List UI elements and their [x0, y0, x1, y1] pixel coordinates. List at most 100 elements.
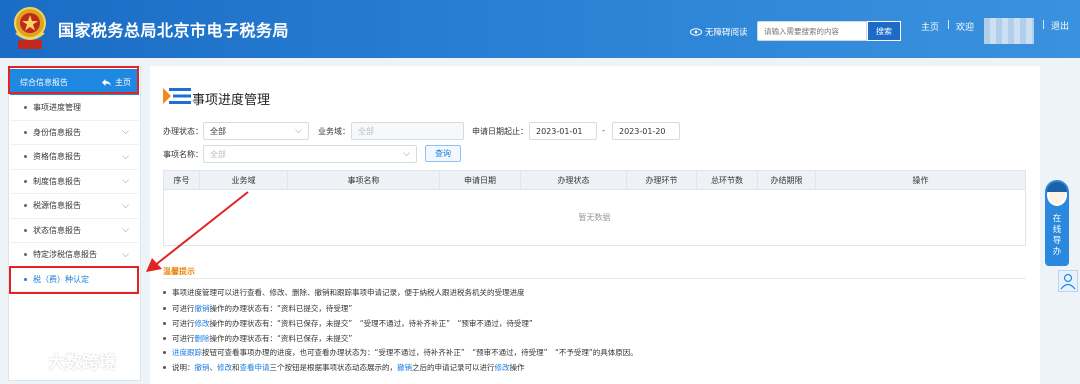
query-button[interactable]: 查询	[425, 145, 461, 162]
column-header: 事项名称	[288, 171, 440, 189]
sidebar-item-qualification[interactable]: 资格信息报告 ⌵	[10, 145, 139, 170]
date-from-input[interactable]: 2023-01-01	[529, 122, 597, 140]
tip-line: 可进行修改操作的办理状态有：“资料已保存，未提交” “受理不通过，待补齐补正” …	[163, 318, 533, 329]
tip-segment: 操作的办理状态有：“资料已保存，未提交”	[209, 334, 353, 343]
sidebar-item-tax-source[interactable]: 税源信息报告 ⌵	[10, 194, 139, 219]
watermark: 大数跨境	[8, 348, 116, 373]
accessibility-link[interactable]: 无障碍阅读	[690, 26, 748, 38]
tip-link[interactable]: 进度跟踪	[172, 348, 202, 357]
tip-link[interactable]: 查看申请	[240, 363, 270, 372]
annotation-highlight-box	[9, 266, 139, 294]
tip-line: 进度跟踪按钮可查看事项办理的进度，也可查看办理状态为：“受理不通过，待补齐补正”…	[163, 347, 638, 358]
chevron-down-icon: ⌵	[122, 176, 129, 187]
page-title-icon	[163, 88, 191, 104]
tip-link[interactable]: 修改	[217, 363, 232, 372]
tip-link[interactable]: 撤销	[397, 363, 412, 372]
date-range-dash: -	[602, 126, 605, 135]
bullet-icon	[24, 155, 27, 159]
online-guide-char: 线	[1052, 225, 1062, 235]
tip-link[interactable]: 修改	[495, 363, 510, 372]
bullet-icon	[24, 179, 27, 183]
sidebar-item-identity[interactable]: 身份信息报告 ⌵	[10, 121, 139, 145]
date-range-label: 申请日期起止：	[472, 127, 528, 136]
domain-select-value: 全部	[358, 126, 374, 136]
sidebar-item-label: 制度信息报告	[33, 176, 81, 186]
online-guide-label: 在线导办	[1053, 214, 1062, 258]
sidebar-item-status[interactable]: 状态信息报告 ⌵	[10, 219, 139, 243]
bullet-icon	[24, 204, 27, 208]
header-home-link[interactable]: 主页	[921, 20, 939, 33]
status-select-value: 全部	[210, 126, 226, 136]
column-header: 申请日期	[440, 171, 521, 189]
tax-emblem-icon	[14, 7, 46, 49]
tip-line: 事项进度管理可以进行查看、修改、删除、撤销和跟踪事项申请记录，便于纳税人跟进税务…	[163, 287, 525, 298]
tip-line: 可进行删除操作的办理状态有：“资料已保存，未提交”	[163, 333, 352, 344]
bullet-icon	[24, 130, 27, 134]
bullet-icon	[163, 291, 166, 294]
column-header: 办理环节	[627, 171, 697, 189]
tip-link[interactable]: 撤销	[195, 363, 210, 372]
tip-line: 说明：撤销、修改和查看申请三个按钮是根据事项状态动态展示的，撤销之后的申请记录可…	[163, 362, 525, 373]
logout-link[interactable]: 退出	[1051, 20, 1069, 34]
bullet-icon	[24, 106, 27, 110]
watermark-logo-icon	[9, 351, 41, 370]
chevron-down-icon: ⌵	[122, 225, 129, 236]
domain-select[interactable]: 全部	[351, 122, 464, 140]
chevron-down-icon: ⌵	[295, 126, 302, 136]
tip-link[interactable]: 修改	[195, 319, 210, 328]
bullet-icon	[163, 366, 166, 369]
item-name-select[interactable]: 全部 ⌵	[203, 145, 417, 163]
sidebar: 综合信息报告 主页 事项进度管理 身份信息报告 ⌵ 资格信息报告 ⌵ 制度信息报…	[8, 66, 141, 381]
accessibility-label: 无障碍阅读	[705, 28, 748, 38]
tip-segment: 三个按钮是根据事项状态动态展示的，	[269, 363, 398, 372]
tip-segment: 可进行	[172, 334, 195, 343]
date-to-input[interactable]: 2023-01-20	[612, 122, 680, 140]
user-service-icon[interactable]	[1058, 270, 1078, 292]
tip-segment: 和	[232, 363, 240, 372]
tip-text: 说明：撤销、修改和查看申请三个按钮是根据事项状态动态展示的，撤销之后的申请记录可…	[172, 362, 525, 373]
tip-line: 可进行撤销操作的办理状态有：“资料已提交，待受理”	[163, 303, 352, 314]
person-icon	[1060, 273, 1076, 290]
tip-text: 进度跟踪按钮可查看事项办理的进度，也可查看办理状态为：“受理不通过，待补齐补正”…	[172, 347, 638, 358]
site-title: 国家税务总局北京市电子税务局	[58, 21, 290, 40]
sidebar-item-progress[interactable]: 事项进度管理	[10, 96, 139, 121]
search-input[interactable]	[757, 21, 867, 41]
table-header: 序号 业务域 事项名称 申请日期 办理状态 办理环节 总环节数 办结期限 操作	[163, 170, 1026, 190]
site-header: 国家税务总局北京市电子税务局 无障碍阅读 搜索 主页 | 欢迎 | 退出	[0, 0, 1080, 58]
bullet-icon	[24, 228, 27, 232]
status-filter-label: 办理状态：	[163, 127, 203, 136]
status-select[interactable]: 全部 ⌵	[203, 122, 309, 140]
tip-segment: 之后的申请记录可以进行	[412, 363, 495, 372]
online-guide-char: 办	[1052, 247, 1062, 257]
guide-cap-icon	[1047, 182, 1067, 192]
tip-text: 事项进度管理可以进行查看、修改、删除、撤销和跟踪事项申请记录，便于纳税人跟进税务…	[172, 287, 525, 298]
sidebar-item-label: 税源信息报告	[33, 201, 81, 211]
column-header: 业务域	[200, 171, 288, 189]
chevron-down-icon: ⌵	[122, 249, 129, 260]
tip-segment: 、	[209, 363, 218, 372]
online-guide-char: 导	[1052, 236, 1062, 246]
domain-filter-label: 业务域：	[318, 127, 350, 136]
online-guide-widget[interactable]: 在线导办	[1045, 180, 1069, 266]
annotation-highlight-box	[8, 66, 139, 94]
tip-segment: 操作	[509, 363, 525, 372]
sidebar-item-label: 事项进度管理	[33, 103, 81, 113]
tip-link[interactable]: 撤销	[195, 304, 210, 313]
search-button[interactable]: 搜索	[867, 21, 901, 41]
tip-link[interactable]: 删除	[195, 334, 210, 343]
column-header: 操作	[912, 175, 929, 185]
sidebar-item-specific-tax[interactable]: 特定涉税信息报告 ⌵	[10, 243, 139, 268]
sidebar-item-system[interactable]: 制度信息报告 ⌵	[10, 170, 139, 194]
page-title: 事项进度管理	[192, 93, 271, 108]
sidebar-item-label: 资格信息报告	[33, 152, 81, 162]
tip-segment: 按钮可查看事项办理的进度，也可查看办理状态为：“受理不通过，待补齐补正” “预审…	[202, 348, 638, 357]
chevron-down-icon: ⌵	[403, 149, 410, 159]
header-welcome: 欢迎	[956, 23, 975, 33]
tip-segment: 操作的办理状态有：“资料已提交，待受理”	[209, 304, 353, 313]
column-header: 总环节数	[697, 171, 758, 189]
header-separator: |	[947, 20, 951, 30]
sidebar-item-label: 特定涉税信息报告	[33, 250, 97, 260]
tip-segment: 操作的办理状态有：“资料已保存，未提交” “受理不通过，待补齐补正” “预审不通…	[209, 319, 533, 328]
bullet-icon	[163, 337, 166, 340]
bullet-icon	[163, 307, 166, 310]
